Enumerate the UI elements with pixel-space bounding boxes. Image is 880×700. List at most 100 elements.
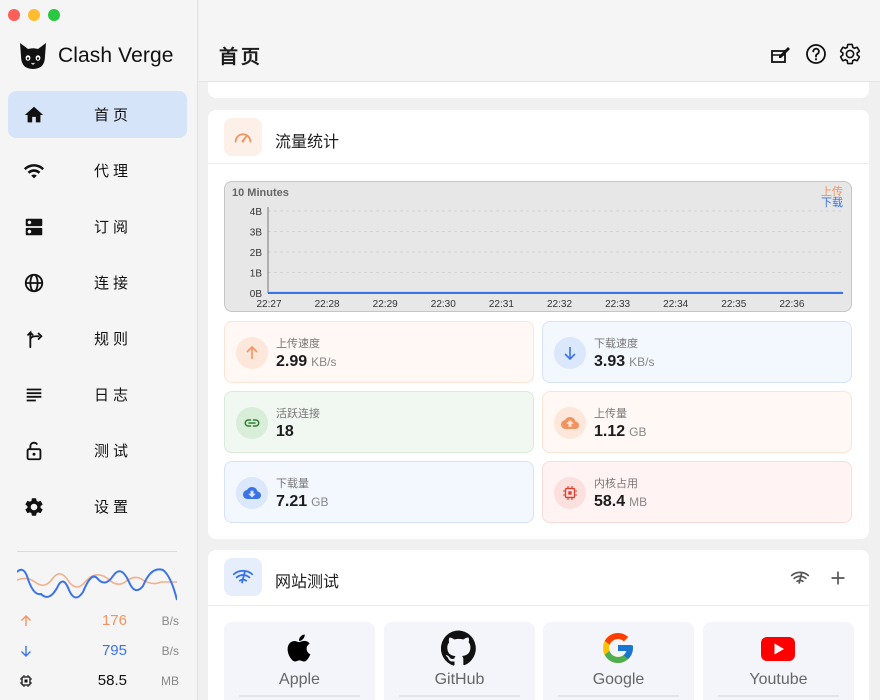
arrow-down-icon bbox=[554, 337, 586, 369]
site-tile-github[interactable]: GitHub bbox=[384, 622, 535, 700]
sidebar-item-logs[interactable]: 日志 bbox=[8, 371, 187, 418]
sidebar-download-speed: 795 B/s bbox=[17, 642, 179, 662]
stat-upload-total: 上传量 1.12 GB bbox=[542, 391, 852, 453]
y-tick-label: 4B bbox=[250, 207, 263, 218]
close-window-button[interactable] bbox=[8, 9, 20, 21]
stat-number: 1.12 bbox=[594, 423, 626, 440]
x-tick-label: 22:30 bbox=[431, 299, 456, 310]
x-tick-label: 22:29 bbox=[373, 299, 398, 310]
traffic-chart-plot: 4B3B2B1B0B22:27 22:28 22:29 22:30 22:31 22:32… bbox=[250, 207, 843, 310]
sidebar-item-label: 规则 bbox=[94, 331, 133, 348]
stat-unit: GB bbox=[311, 495, 329, 509]
gear-icon bbox=[25, 498, 43, 516]
sidebar-upload-unit: B/s bbox=[161, 614, 179, 628]
stat-active-connections: 活跃连接 18 bbox=[224, 391, 534, 453]
traffic-stats-card: 流量统计 4B 3B 2B 1B 0B 22:27 22:28 22:29 22:30 22:31… bbox=[208, 110, 869, 539]
stat-label: 下载量 bbox=[276, 478, 309, 490]
arrow-up-icon bbox=[236, 337, 268, 369]
cloud-download-icon bbox=[236, 477, 268, 509]
wifi-icon bbox=[23, 164, 45, 179]
site-card-title: 网站测试 bbox=[275, 574, 340, 591]
site-card-header: 网站测试 bbox=[208, 550, 869, 606]
traffic-chart: 4B 3B 2B 1B 0B 22:27 22:28 22:29 22:30 22:31 22:32… bbox=[224, 181, 852, 312]
globe-icon bbox=[24, 273, 44, 293]
stat-number: 3.93 bbox=[594, 353, 626, 370]
youtube-logo-icon bbox=[761, 637, 795, 661]
sidebar-nav: 首页 代理 订阅 连接 规则 日志 测试 设置 bbox=[8, 91, 187, 539]
stat-value: 1.12 GB bbox=[594, 423, 646, 441]
site-tile-apple[interactable]: Apple bbox=[224, 622, 375, 700]
x-tick-label: 22:36 bbox=[779, 299, 804, 310]
traffic-sparkline bbox=[17, 551, 177, 611]
site-name: Google bbox=[592, 671, 645, 688]
y-tick-label: 2B bbox=[250, 248, 263, 259]
sidebar-upload-value: 176 bbox=[101, 612, 127, 629]
window-controls bbox=[8, 9, 60, 21]
sidebar-download-value: 795 bbox=[101, 642, 127, 659]
stat-number: 58.4 bbox=[594, 493, 626, 510]
stat-unit: KB/s bbox=[629, 355, 655, 369]
lock-open-icon bbox=[26, 441, 42, 461]
sidebar-item-label: 日志 bbox=[94, 387, 133, 404]
stat-number: 2.99 bbox=[276, 353, 308, 370]
google-logo-icon bbox=[603, 633, 633, 663]
stat-value: 58.4 MB bbox=[594, 493, 647, 511]
arrow-up-icon bbox=[21, 615, 31, 626]
site-tile-google[interactable]: Google bbox=[543, 622, 694, 700]
link-icon bbox=[236, 407, 268, 439]
x-tick-label: 22:33 bbox=[605, 299, 630, 310]
network-check-icon bbox=[224, 558, 262, 596]
site-divider bbox=[399, 695, 520, 697]
sidebar-upload-speed: 176 B/s bbox=[17, 612, 179, 632]
stat-label: 下载速度 bbox=[594, 338, 638, 350]
stat-upload-speed: 上传速度 2.99 KB/s bbox=[224, 321, 534, 383]
sidebar-item-home[interactable]: 首页 bbox=[8, 91, 187, 138]
y-tick-label: 3B bbox=[250, 228, 263, 239]
help-button[interactable] bbox=[804, 42, 828, 66]
apple-logo-icon bbox=[287, 634, 311, 662]
stat-unit: GB bbox=[629, 425, 647, 439]
site-divider bbox=[558, 695, 679, 697]
memory-icon bbox=[20, 675, 32, 687]
sidebar-item-label: 设置 bbox=[94, 499, 133, 516]
stat-label: 内核占用 bbox=[594, 478, 638, 490]
x-tick-label: 22:28 bbox=[315, 299, 340, 310]
add-site-button[interactable] bbox=[828, 568, 848, 588]
app-name: Clash Verge bbox=[58, 44, 174, 67]
github-logo-icon bbox=[441, 630, 476, 666]
minimize-window-button[interactable] bbox=[28, 9, 40, 21]
chart-legend: 上传 下载 bbox=[821, 187, 843, 209]
stat-unit: KB/s bbox=[311, 355, 337, 369]
test-all-button[interactable] bbox=[790, 568, 810, 588]
stat-value: 18 bbox=[276, 423, 298, 441]
sidebar-item-rules[interactable]: 规则 bbox=[8, 315, 187, 362]
stat-core-memory: 内核占用 58.4 MB bbox=[542, 461, 852, 523]
x-tick-label: 22:34 bbox=[663, 299, 688, 310]
sidebar-item-test[interactable]: 测试 bbox=[8, 427, 187, 474]
stat-value: 3.93 KB/s bbox=[594, 353, 654, 371]
sidebar-item-subscription[interactable]: 订阅 bbox=[8, 203, 187, 250]
layout-edit-button[interactable] bbox=[769, 42, 793, 66]
stat-unit: MB bbox=[629, 495, 648, 509]
settings-button[interactable] bbox=[838, 42, 862, 66]
site-name: Youtube bbox=[749, 671, 808, 688]
stat-download-speed: 下载速度 3.93 KB/s bbox=[542, 321, 852, 383]
site-divider bbox=[239, 695, 360, 697]
legend-download: 下载 bbox=[821, 197, 843, 209]
sidebar-item-proxy[interactable]: 代理 bbox=[8, 147, 187, 194]
fork-icon bbox=[27, 330, 43, 349]
page-header: 首页 bbox=[199, 0, 880, 82]
stat-number: 18 bbox=[276, 423, 294, 440]
x-tick-label: 22:35 bbox=[721, 299, 746, 310]
site-name: GitHub bbox=[434, 671, 485, 688]
sidebar-item-settings[interactable]: 设置 bbox=[8, 483, 187, 530]
zoom-window-button[interactable] bbox=[48, 9, 60, 21]
stat-label: 上传量 bbox=[594, 408, 627, 420]
sidebar: Clash Verge 首页 代理 订阅 连接 规则 日志 测试 设置 176 … bbox=[0, 0, 198, 700]
stat-label: 上传速度 bbox=[276, 338, 320, 350]
sidebar-item-label: 测试 bbox=[94, 443, 133, 460]
sidebar-item-connections[interactable]: 连接 bbox=[8, 259, 187, 306]
site-divider bbox=[718, 695, 839, 697]
sidebar-memory-usage: 58.5 MB bbox=[17, 672, 179, 692]
site-tile-youtube[interactable]: Youtube bbox=[703, 622, 854, 700]
